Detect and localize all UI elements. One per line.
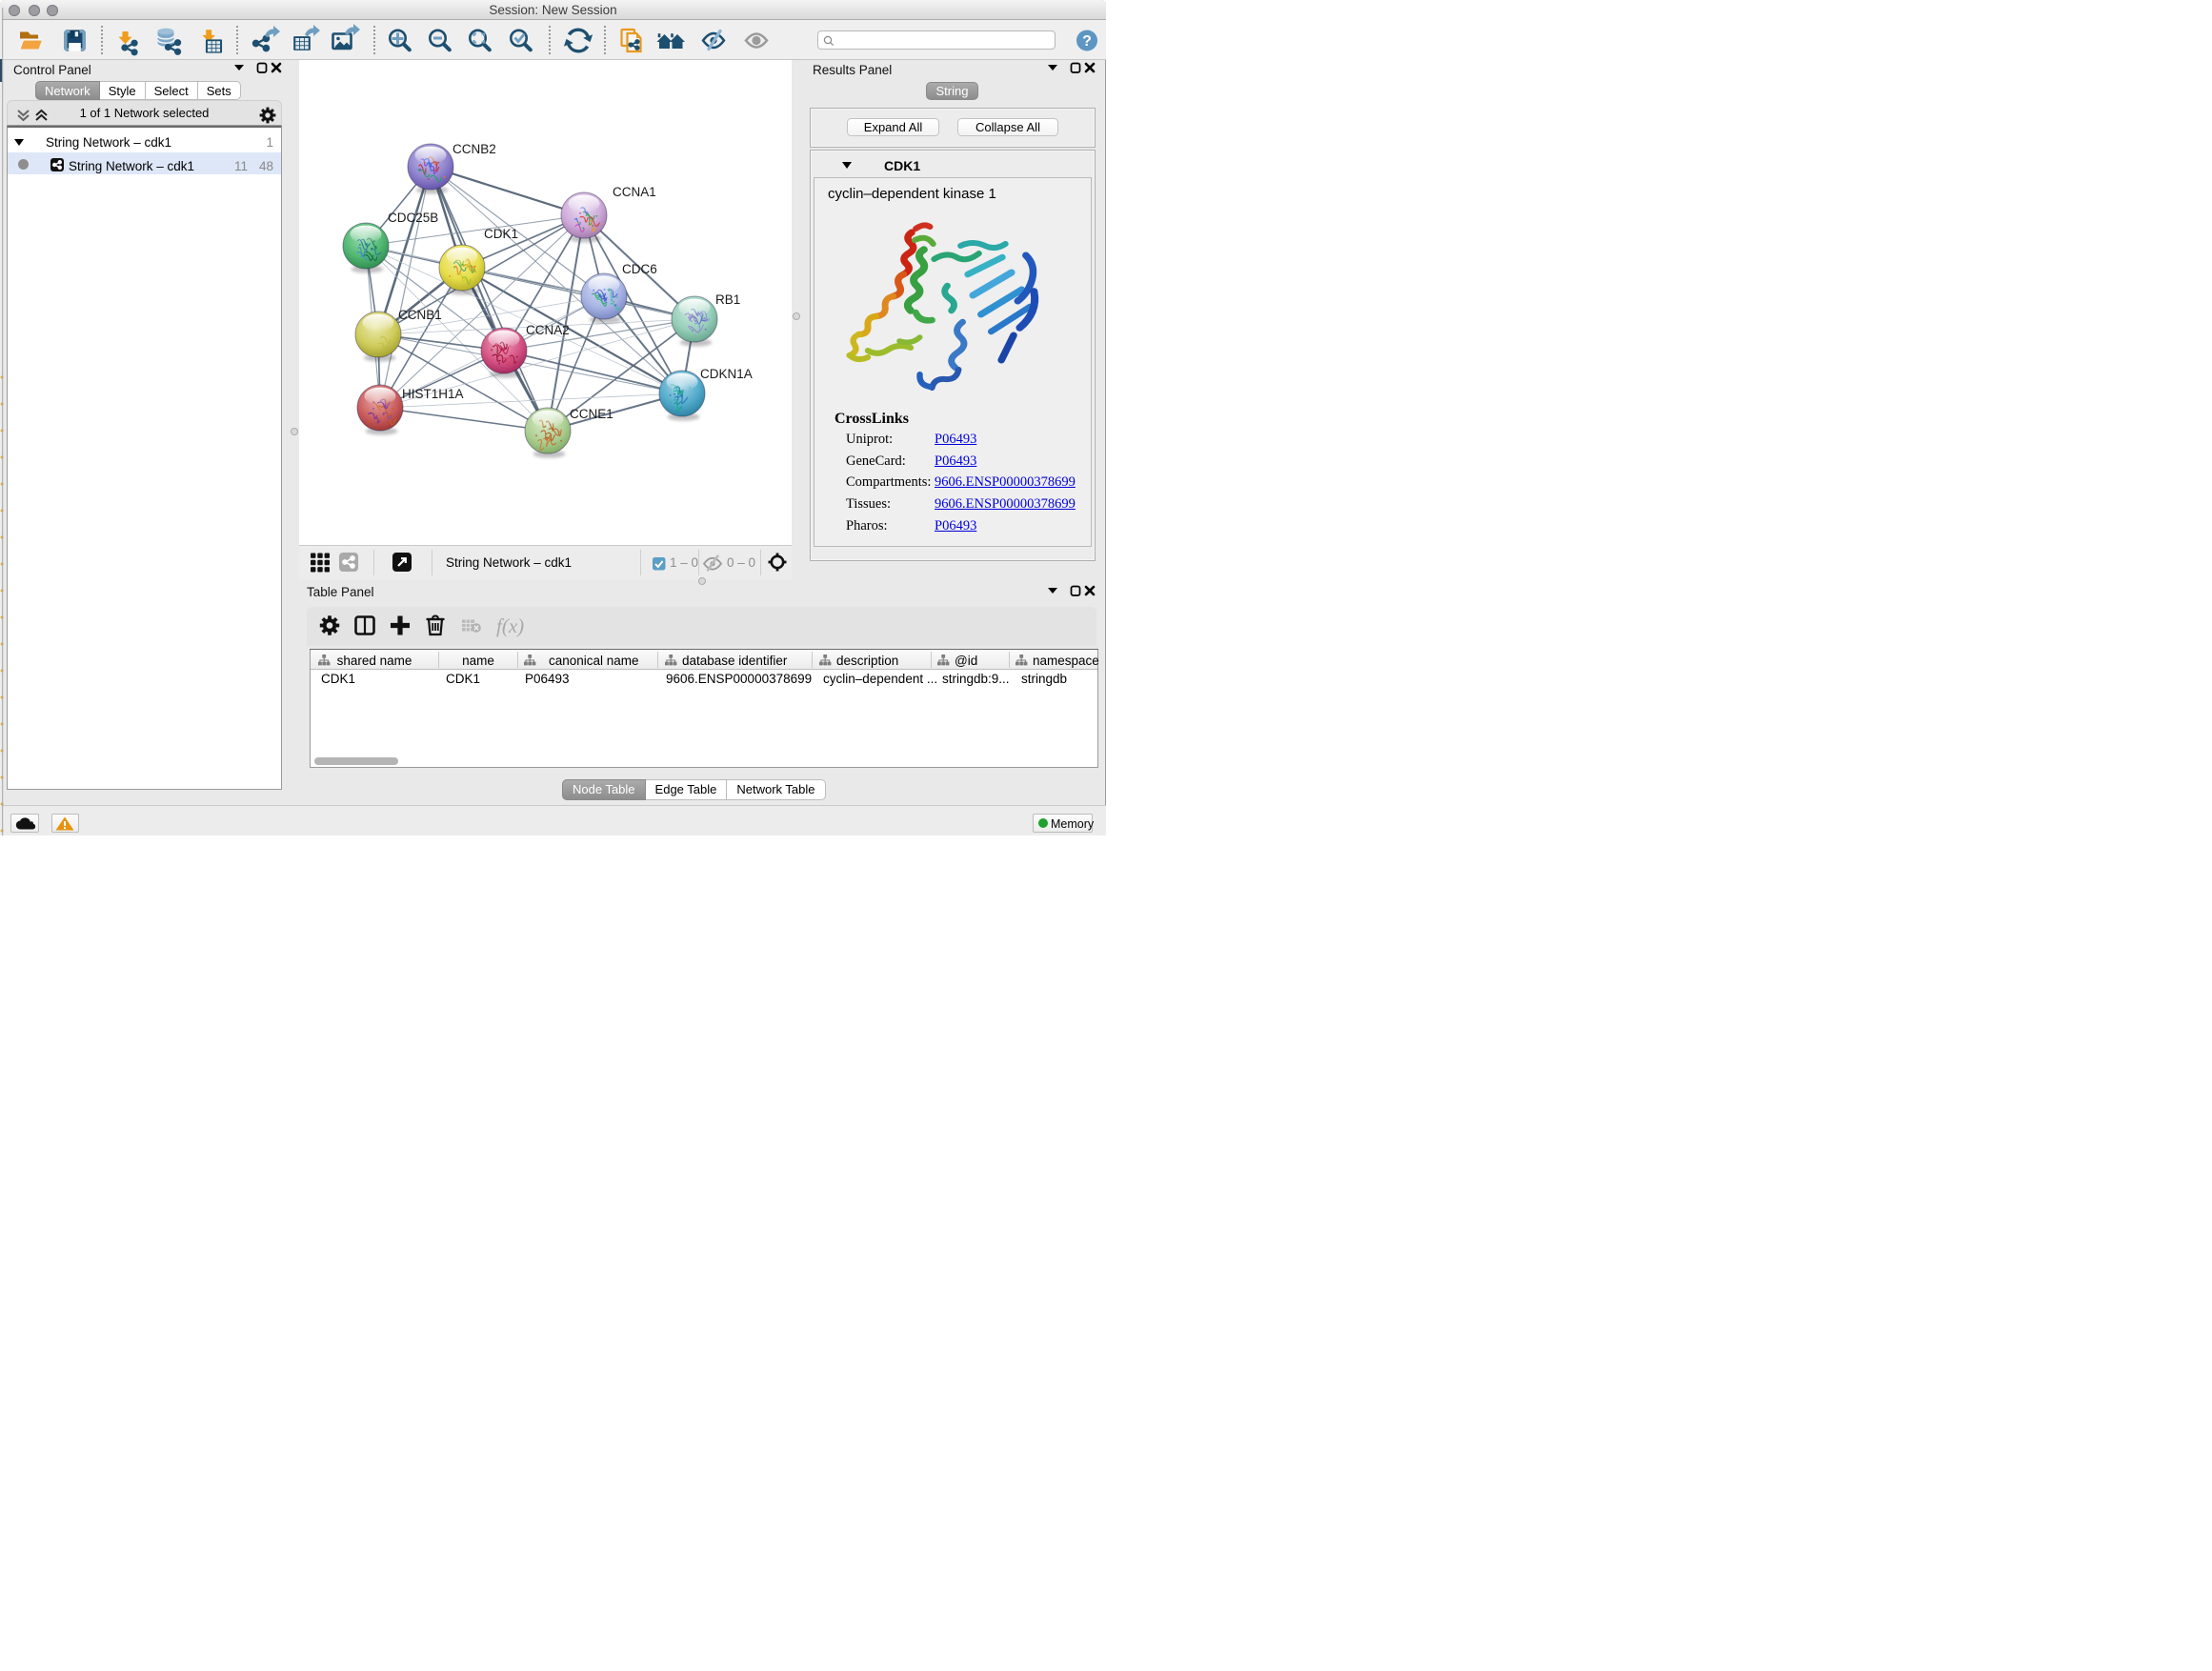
svg-text:?: ? [1082, 33, 1092, 50]
svg-text:f(x): f(x) [496, 614, 524, 637]
